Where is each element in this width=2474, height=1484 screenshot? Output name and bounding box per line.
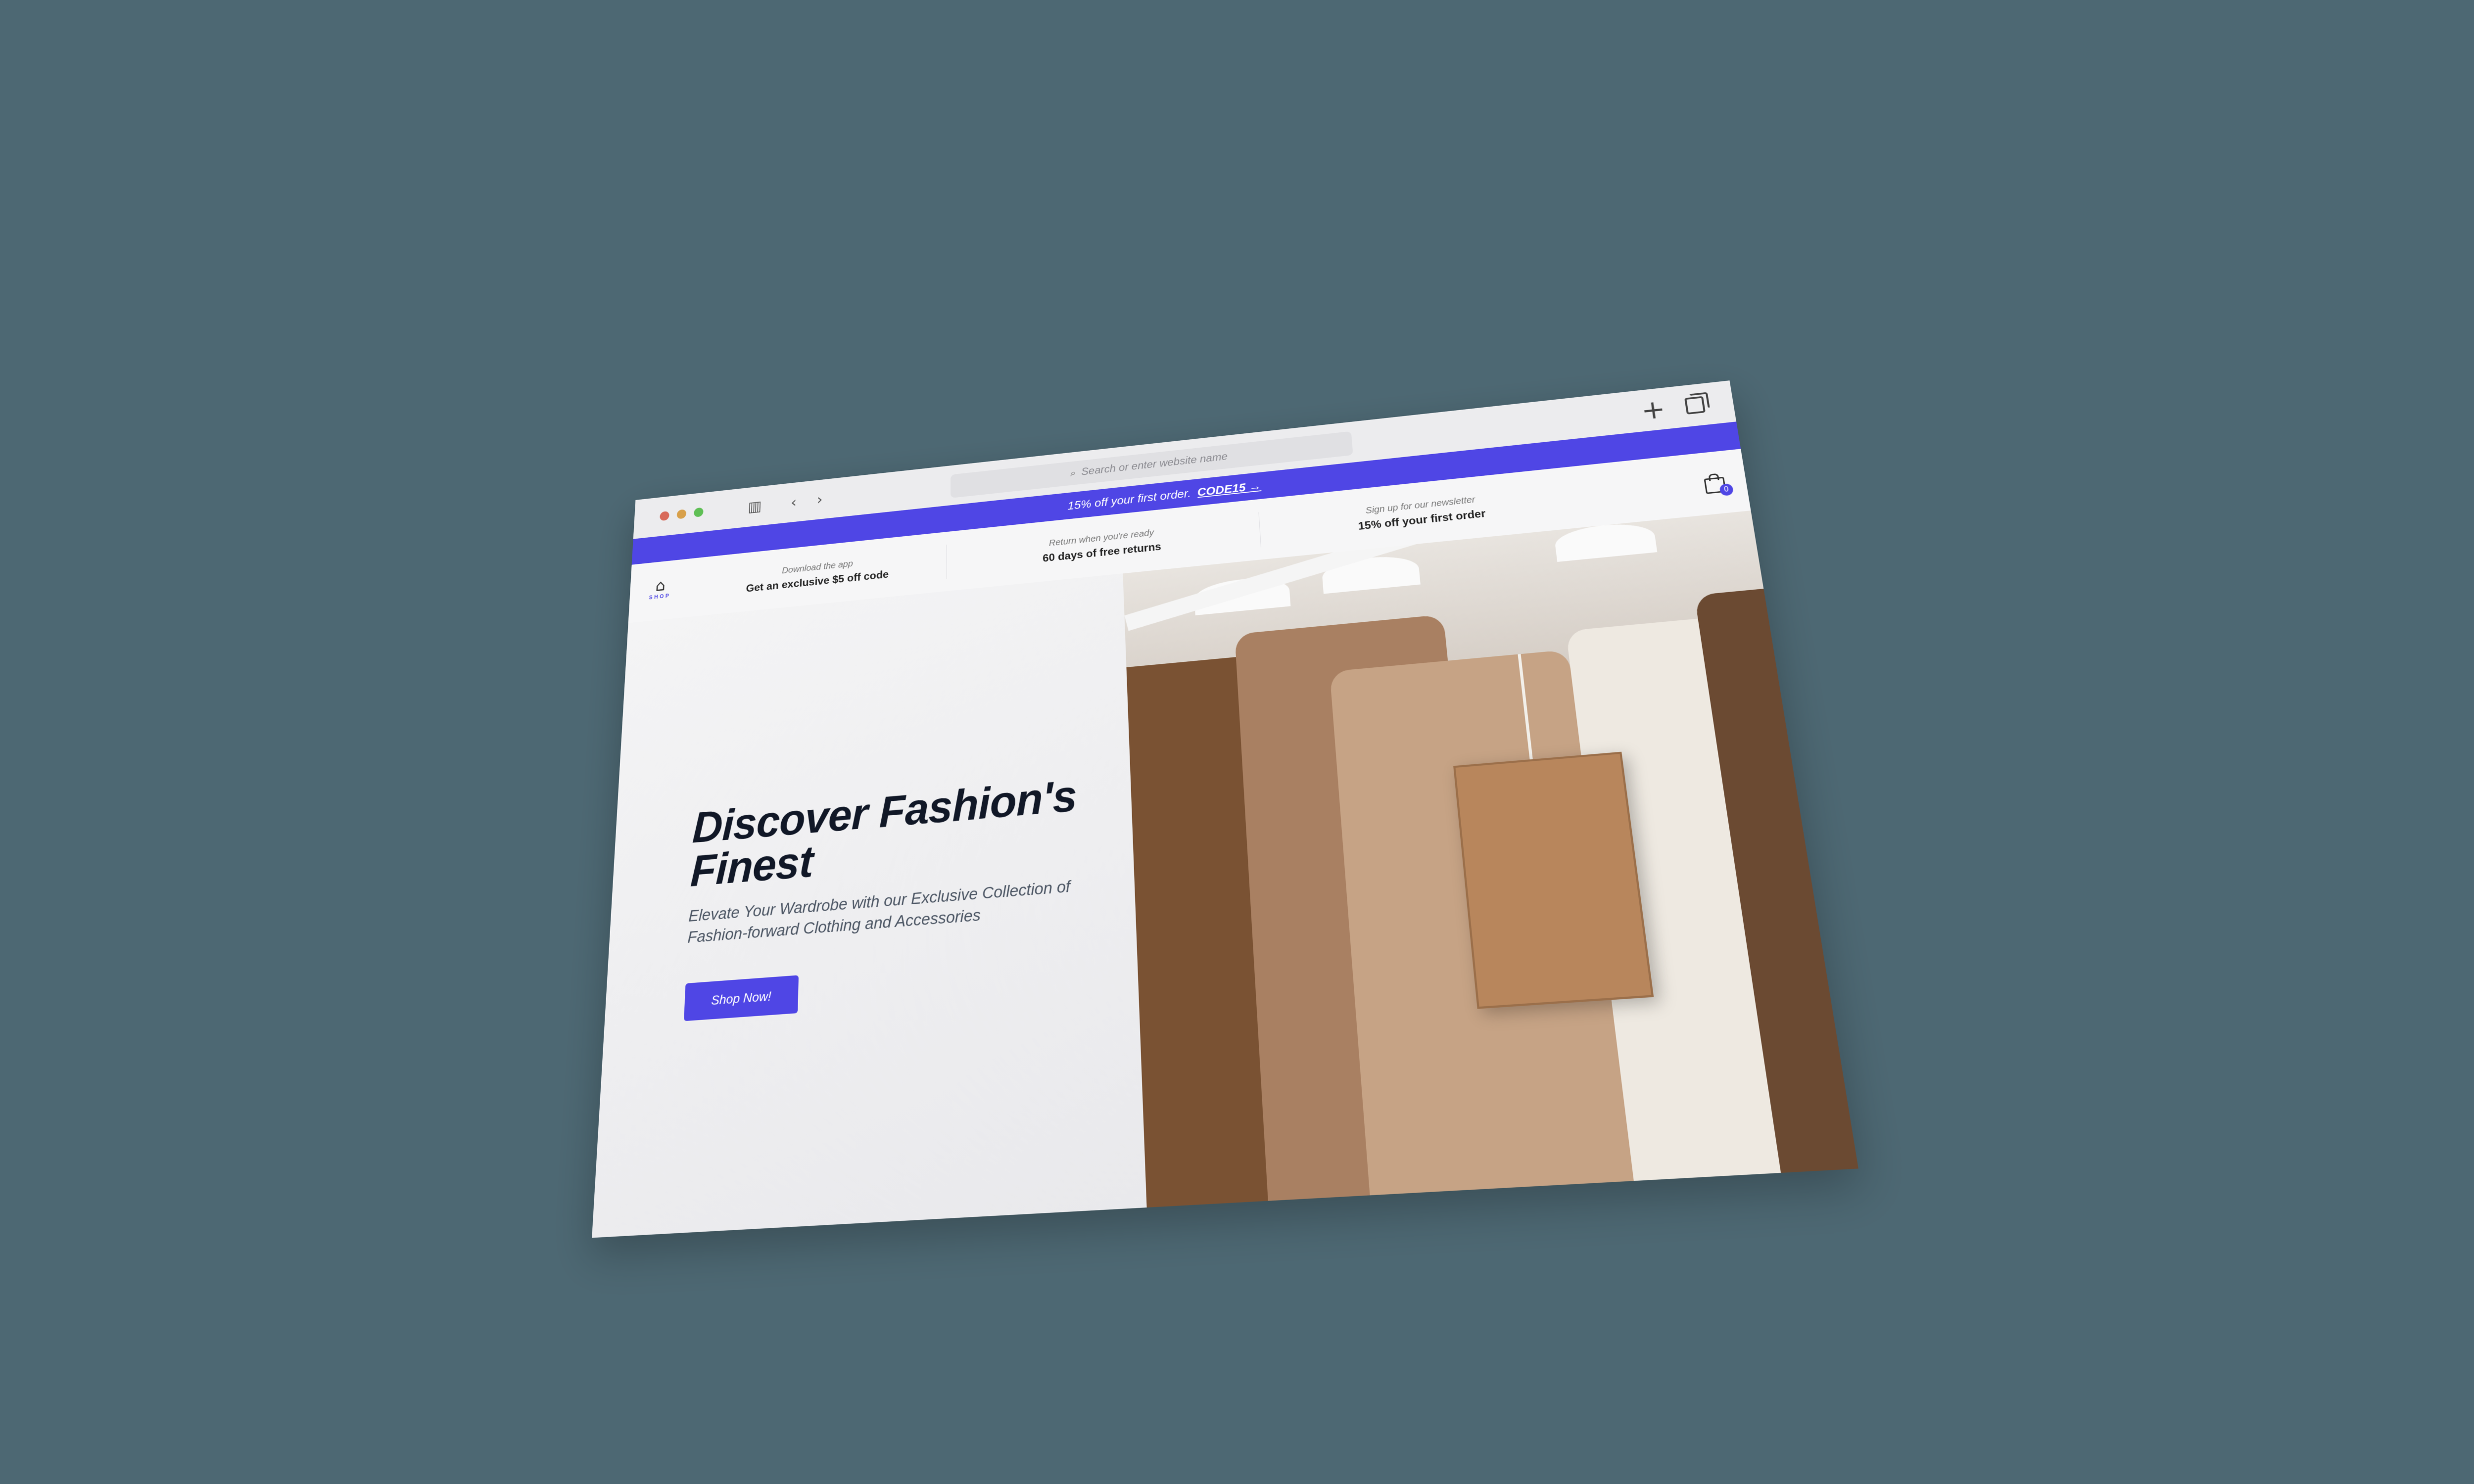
minimize-window-button[interactable]	[676, 509, 687, 519]
chevron-right-icon[interactable]: ›	[810, 490, 830, 510]
hero-title: Discover Fashion's Finest	[689, 771, 1078, 896]
hero-section: Discover Fashion's Finest Elevate Your W…	[592, 510, 1858, 1238]
cart-button[interactable]: 0	[1702, 472, 1734, 497]
browser-window: ▥ ‹ › ⌕ Search or enter website name + 1…	[592, 380, 1858, 1238]
address-placeholder: Search or enter website name	[1081, 450, 1228, 478]
close-window-button[interactable]	[660, 510, 669, 521]
maximize-window-button[interactable]	[693, 507, 704, 517]
cart-count-badge: 0	[1719, 483, 1734, 497]
search-icon: ⌕	[1070, 467, 1076, 479]
sidebar-icon[interactable]: ▥	[745, 497, 765, 517]
plus-icon[interactable]: +	[1639, 394, 1667, 426]
shop-now-button[interactable]: Shop Now!	[684, 975, 799, 1021]
hero-image	[1123, 510, 1858, 1208]
promo-code-link[interactable]: CODE15 →	[1197, 479, 1261, 499]
hero-image-price-tag	[1453, 751, 1654, 1009]
scene: ▥ ‹ › ⌕ Search or enter website name + 1…	[0, 0, 2474, 1484]
info-item-app[interactable]: Download the app Get an exclusive $5 off…	[703, 546, 933, 603]
chevron-left-icon[interactable]: ‹	[784, 492, 804, 512]
site-logo[interactable]: ⌂ SHOP	[642, 577, 678, 610]
hero-text-panel: Discover Fashion's Finest Elevate Your W…	[592, 573, 1147, 1238]
info-item-headline: Get an exclusive $5 off code	[746, 568, 889, 595]
tabs-overview-icon[interactable]	[1683, 395, 1708, 416]
window-controls	[660, 507, 704, 521]
